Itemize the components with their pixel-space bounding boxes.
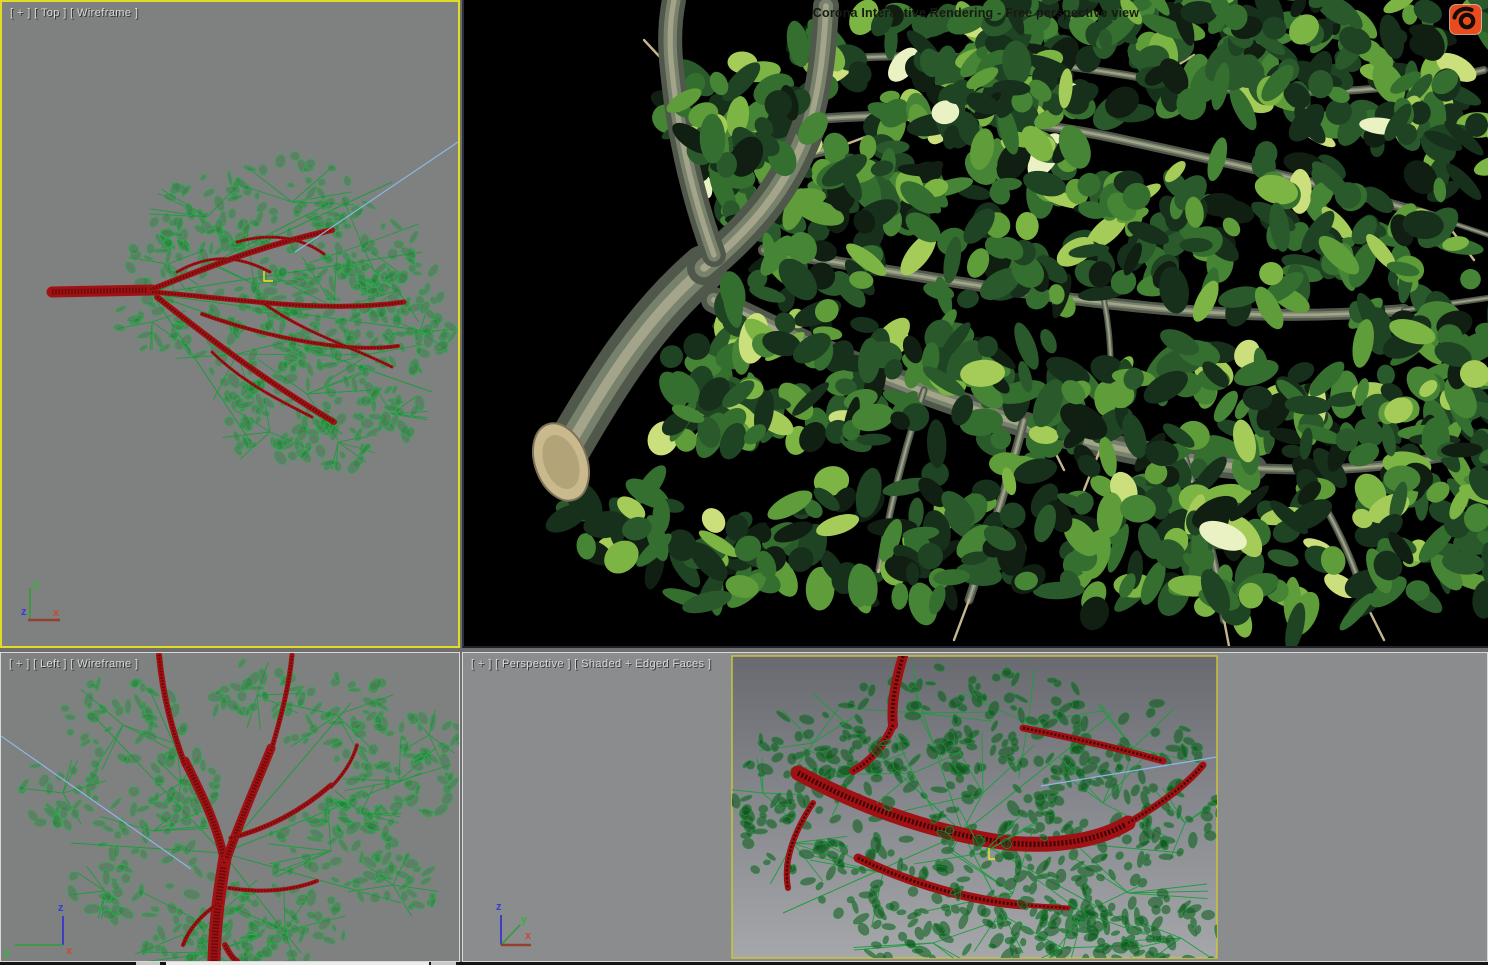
svg-text:z: z <box>496 901 502 913</box>
svg-text:z: z <box>21 606 27 618</box>
render-canvas[interactable] <box>464 0 1488 646</box>
svg-text:x: x <box>525 930 532 942</box>
svg-text:x: x <box>66 945 73 957</box>
viewport-render[interactable]: Corona Interactive Rendering - Free pers… <box>462 0 1488 648</box>
viewport-left-canvas[interactable]: z y x <box>1 653 459 961</box>
viewport-perspective-canvas[interactable]: z yx <box>463 653 1487 961</box>
viewport-left-label[interactable]: [ + ] [ Left ] [ Wireframe ] <box>9 658 138 670</box>
viewport-left[interactable]: z y x [ + ] [ Left ] [ Wireframe ] <box>0 652 460 962</box>
viewport-top-canvas[interactable]: y x z <box>2 2 458 646</box>
viewport-top-label[interactable]: [ + ] [ Top ] [ Wireframe ] <box>10 7 138 19</box>
max-quad-viewport-stage: yxz [ + ] [ Top ] [ Wireframe ] Corona I… <box>0 0 1488 965</box>
viewport-perspective[interactable]: z yx [ + ] [ Perspective ] [ Shaded + Edg… <box>462 652 1488 962</box>
render-viewport-title: Corona Interactive Rendering - Free pers… <box>812 6 1140 20</box>
viewport-perspective-label[interactable]: [ + ] [ Perspective ] [ Shaded + Edged F… <box>471 658 711 670</box>
svg-text:x: x <box>53 607 60 619</box>
svg-text:y: y <box>33 578 40 590</box>
svg-text:z: z <box>58 902 64 914</box>
viewport-top[interactable]: y x z [ + ] [ Top ] [ Wireframe ] <box>0 0 460 648</box>
svg-text:y: y <box>4 947 11 959</box>
svg-text:y: y <box>521 914 528 926</box>
corona-renderer-logo-icon[interactable] <box>1449 4 1482 35</box>
